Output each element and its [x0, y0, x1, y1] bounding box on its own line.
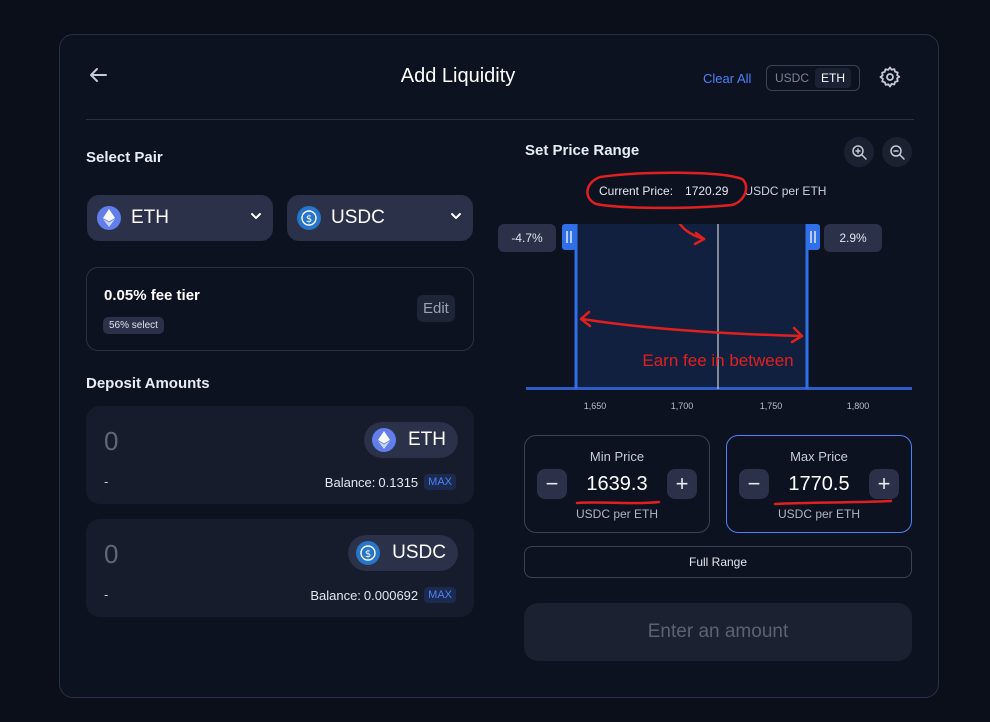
set-price-range-label: Set Price Range	[525, 142, 640, 159]
current-price-unit: USDC per ETH	[744, 184, 827, 198]
annotation-underline	[773, 499, 893, 506]
toggle-eth[interactable]: ETH	[815, 68, 852, 88]
add-liquidity-card: Add Liquidity Clear All USDC ETH Select …	[59, 34, 939, 698]
max-button[interactable]: MAX	[424, 587, 456, 603]
max-price-unit: USDC per ETH	[777, 507, 860, 521]
max-price-box: Max Price − 1770.5 + USDC per ETH	[726, 435, 912, 533]
deposit-usdc-symbol: USDC	[392, 542, 446, 563]
deposit-usdc-token[interactable]: $ USDC	[348, 535, 458, 571]
clear-all-button[interactable]: Clear All	[703, 71, 751, 86]
token-b-select[interactable]: $ USDC	[287, 195, 473, 241]
max-price-increment[interactable]: +	[869, 469, 899, 499]
x-tick-1700: 1,700	[671, 401, 694, 411]
chevron-down-icon	[249, 209, 263, 228]
annotation-text: Earn fee in between	[642, 351, 793, 370]
enter-amount-button[interactable]: Enter an amount	[524, 603, 912, 661]
max-price-label: Max Price	[790, 449, 848, 464]
edit-fee-button[interactable]: Edit	[417, 295, 455, 322]
balance-value: 0.1315	[378, 474, 419, 490]
svg-text:$: $	[365, 549, 371, 560]
zoom-out-icon[interactable]	[882, 137, 912, 167]
deposit-usdc-balance: Balance: 0.000692 MAX	[310, 587, 456, 603]
deposit-eth-symbol: ETH	[408, 429, 446, 450]
header-divider	[86, 119, 914, 120]
deposit-eth-usd: -	[104, 474, 109, 489]
balance-label: Balance:	[324, 474, 376, 490]
balance-label: Balance:	[310, 587, 361, 603]
max-button[interactable]: MAX	[424, 474, 456, 490]
x-tick-1650: 1,650	[584, 401, 607, 411]
usdc-icon: $	[356, 541, 381, 565]
svg-text:$: $	[306, 214, 312, 225]
deposit-usdc-box: 0 $ USDC - Balance: 0.000692 MAX	[86, 519, 474, 617]
deposit-eth-input[interactable]: 0	[104, 426, 118, 457]
balance-value: 0.000692	[363, 587, 419, 603]
price-range-chart: 1,650 1,700 1,750 1,800 Earn fee in betw…	[526, 224, 912, 411]
annotation-circle	[586, 171, 748, 210]
lower-range-handle[interactable]	[562, 224, 578, 389]
token-b-symbol: USDC	[331, 207, 385, 228]
gear-icon[interactable]	[878, 65, 902, 89]
deposit-usdc-input[interactable]: 0	[104, 539, 118, 570]
annotation-underline	[575, 500, 661, 505]
fee-tier-label: 0.05% fee tier	[104, 287, 200, 304]
deposit-eth-box: 0 ETH - Balance: 0.1315 MAX	[86, 406, 474, 504]
token-a-symbol: ETH	[131, 207, 169, 228]
min-price-unit: USDC per ETH	[575, 507, 658, 521]
zoom-in-icon[interactable]	[844, 137, 874, 167]
usdc-icon: $	[297, 206, 321, 230]
token-toggle: USDC ETH	[766, 65, 860, 91]
deposit-amounts-label: Deposit Amounts	[86, 375, 210, 392]
toggle-usdc[interactable]: USDC	[769, 68, 815, 88]
x-tick-1800: 1,800	[847, 401, 870, 411]
min-price-box: Min Price − 1639.3 + USDC per ETH	[524, 435, 710, 533]
deposit-eth-balance: Balance: 0.1315 MAX	[325, 474, 456, 490]
fee-select-badge: 56% select	[103, 317, 164, 334]
eth-icon	[97, 206, 121, 230]
full-range-button[interactable]: Full Range	[524, 546, 912, 578]
deposit-eth-token[interactable]: ETH	[364, 422, 458, 458]
eth-icon	[372, 428, 396, 452]
deposit-usdc-usd: -	[104, 587, 109, 602]
select-pair-label: Select Pair	[86, 149, 163, 166]
x-tick-1750: 1,750	[760, 401, 783, 411]
min-price-label: Min Price	[589, 449, 645, 464]
token-a-select[interactable]: ETH	[87, 195, 273, 241]
fee-tier-box: 0.05% fee tier 56% select Edit	[86, 267, 474, 351]
min-price-increment[interactable]: +	[667, 469, 697, 499]
upper-range-handle[interactable]	[805, 224, 820, 389]
chevron-down-icon	[449, 209, 463, 228]
